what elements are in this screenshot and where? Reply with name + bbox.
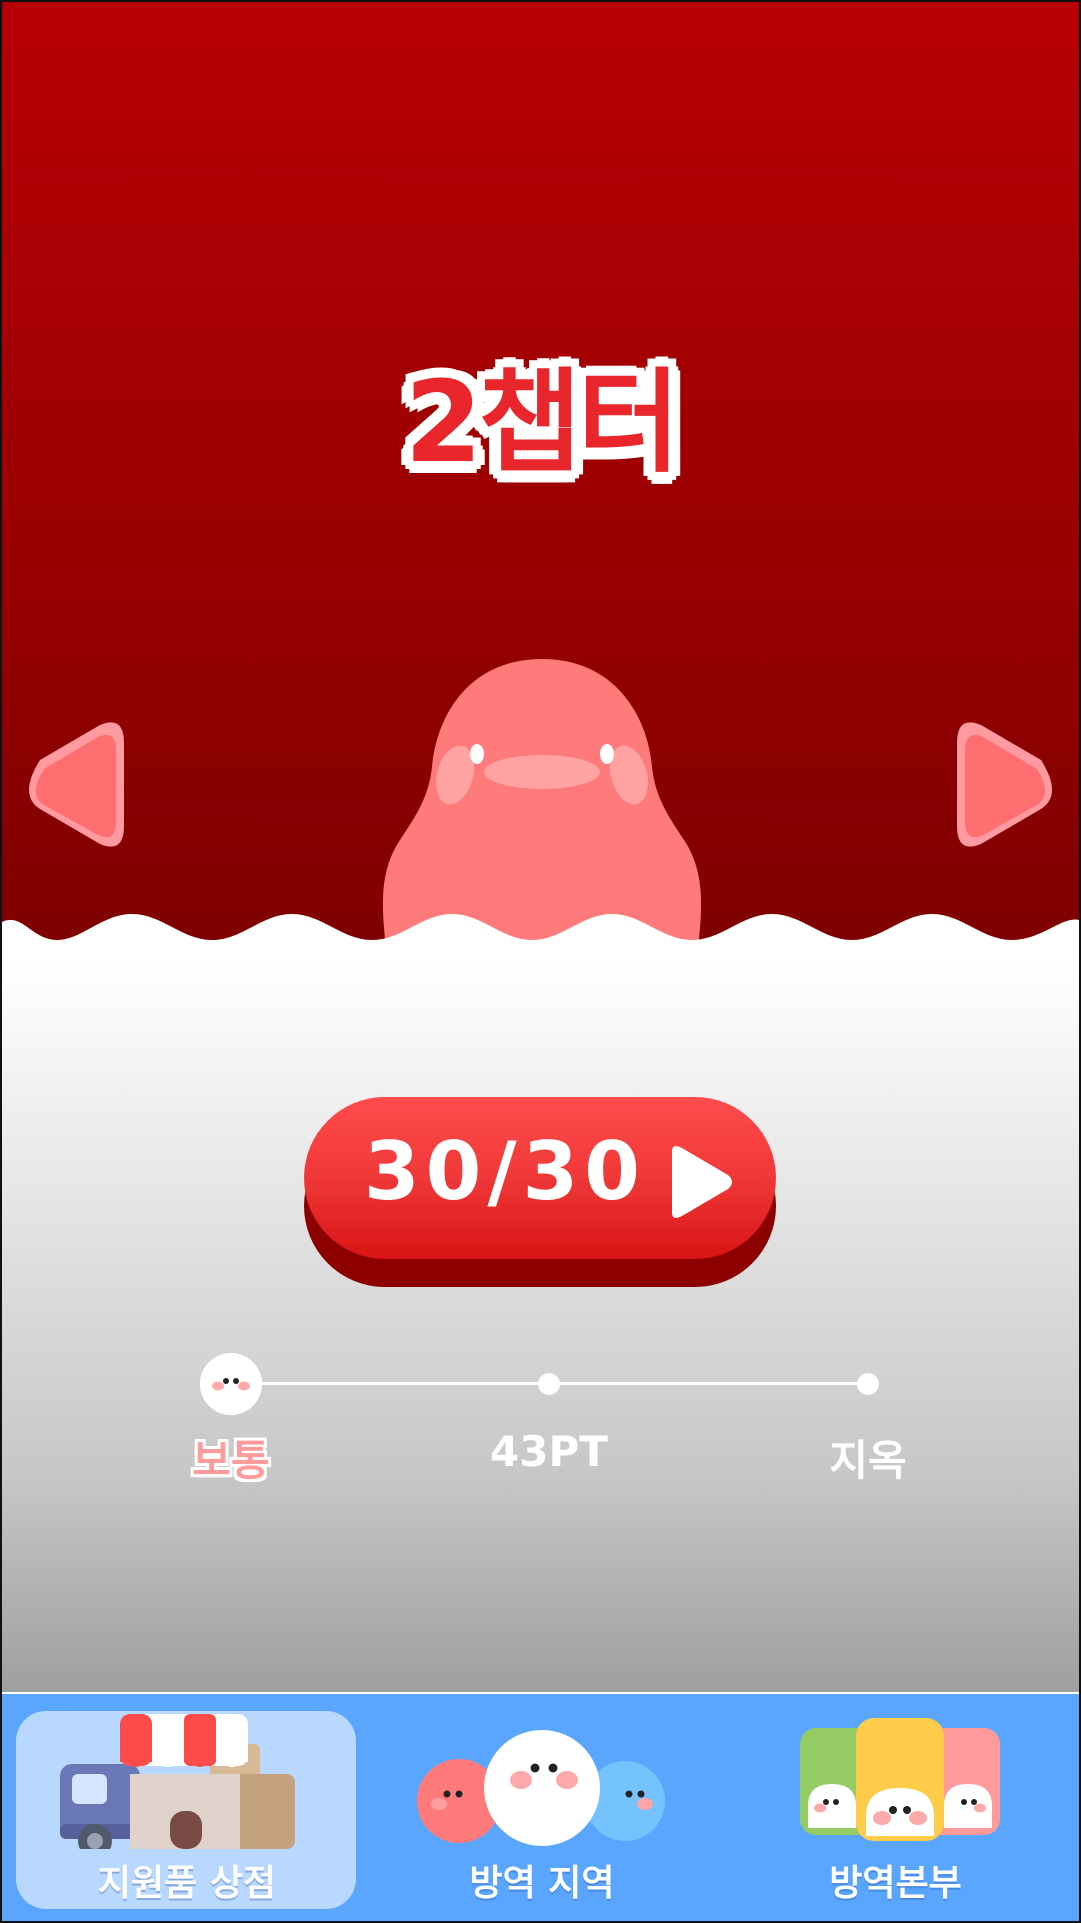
next-chapter-button[interactable] [949, 717, 1059, 852]
difficulty-label-normal[interactable]: 보통 [131, 1427, 331, 1488]
right-triangle-arrow-icon [957, 722, 1052, 847]
nav-item-quarantine-zone[interactable]: 방역 지역 [372, 1694, 712, 1921]
shop-truck-icon [60, 1714, 295, 1849]
difficulty-node-43pt[interactable] [538, 1373, 560, 1395]
character-cards-icon [800, 1718, 1000, 1841]
difficulty-node-hell[interactable] [857, 1373, 879, 1395]
left-triangle-arrow-icon [29, 722, 124, 847]
bottom-nav: 지원품 상점 방역 지역 방역본부 [2, 1694, 1079, 1921]
nav-item-headquarters[interactable]: 방역본부 [712, 1694, 1079, 1921]
nav-item-shop[interactable]: 지원품 상점 [2, 1694, 372, 1921]
stage-panel [2, 962, 1079, 1692]
difficulty-label-43pt[interactable]: 43PT [449, 1427, 649, 1476]
play-icon [672, 1146, 732, 1218]
chapter-title: 2챕터 [404, 358, 680, 488]
prev-chapter-button[interactable] [22, 717, 132, 852]
difficulty-label-hell[interactable]: 지옥 [768, 1427, 968, 1488]
nav-label-headquarters: 방역본부 [829, 1863, 962, 1904]
nav-label-shop: 지원품 상점 [97, 1863, 277, 1904]
blob-creatures-icon [417, 1730, 665, 1846]
difficulty-selector-knob[interactable] [200, 1353, 262, 1415]
nav-label-quarantine-zone: 방역 지역 [469, 1863, 615, 1904]
stamina-counter: 30/30 [364, 1125, 646, 1218]
start-stage-button[interactable]: 30/30 [304, 1097, 776, 1287]
game-screen: 2챕터 30/30 보통 43PT 지옥 지원품 상점 방역 지역 방역본부 [0, 0, 1081, 1923]
smiley-face-icon [200, 1353, 262, 1415]
chapter-banner: 2챕터 [2, 2, 1079, 962]
